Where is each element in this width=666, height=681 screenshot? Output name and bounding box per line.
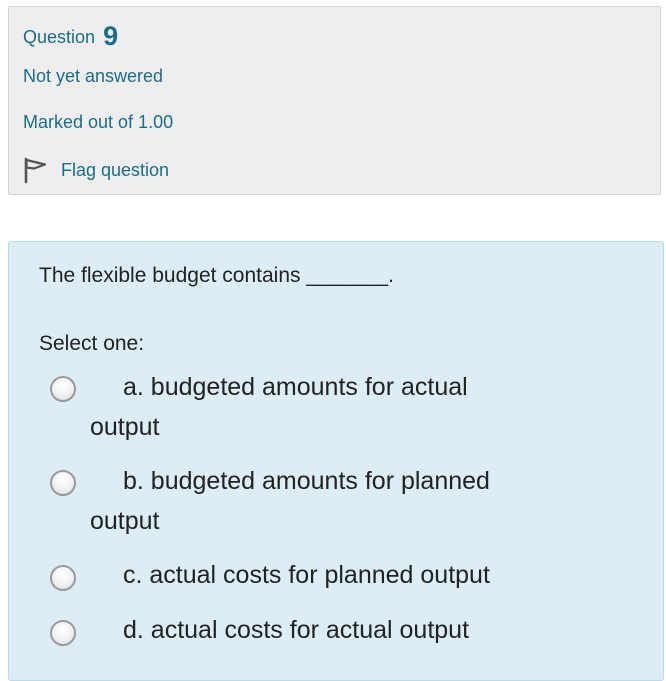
question-number: 9 [103,21,119,51]
flag-question-label: Flag question [61,159,170,180]
answer-label-a[interactable]: a. budgeted amounts for actual output [90,367,610,447]
question-text: The flexible budget contains _______. [39,264,394,287]
radio-button-d[interactable] [50,620,76,646]
flag-question-link[interactable]: Flag question [23,153,169,187]
radio-button-c[interactable] [50,565,76,591]
answer-text-b-line1: b. budgeted amounts for planned [123,467,490,495]
radio-button-a[interactable] [50,376,76,402]
radio-button-b[interactable] [50,470,76,496]
answer-text-b-line2: output [90,507,160,535]
question-grade: Marked out of 1.00 [23,112,174,132]
answer-label-b[interactable]: b. budgeted amounts for planned output [90,461,610,541]
question-state: Not yet answered [23,66,164,86]
select-one-prompt: Select one: [39,332,145,355]
flag-icon [23,156,49,184]
question-title: Question 9 [23,21,118,52]
answer-label-c[interactable]: c. actual costs for planned output [90,555,610,595]
question-content-panel: The flexible budget contains _______. Se… [8,241,664,681]
answer-text-c: c. actual costs for planned output [123,561,490,589]
question-label: Question [23,27,96,47]
answer-text-d: d. actual costs for actual output [123,616,470,644]
question-info-panel: Question 9 Not yet answered Marked out o… [8,6,661,195]
answer-text-a-line2: output [90,413,160,441]
answer-text-a-line1: a. budgeted amounts for actual [123,373,468,401]
answer-label-d[interactable]: d. actual costs for actual output [90,610,610,650]
